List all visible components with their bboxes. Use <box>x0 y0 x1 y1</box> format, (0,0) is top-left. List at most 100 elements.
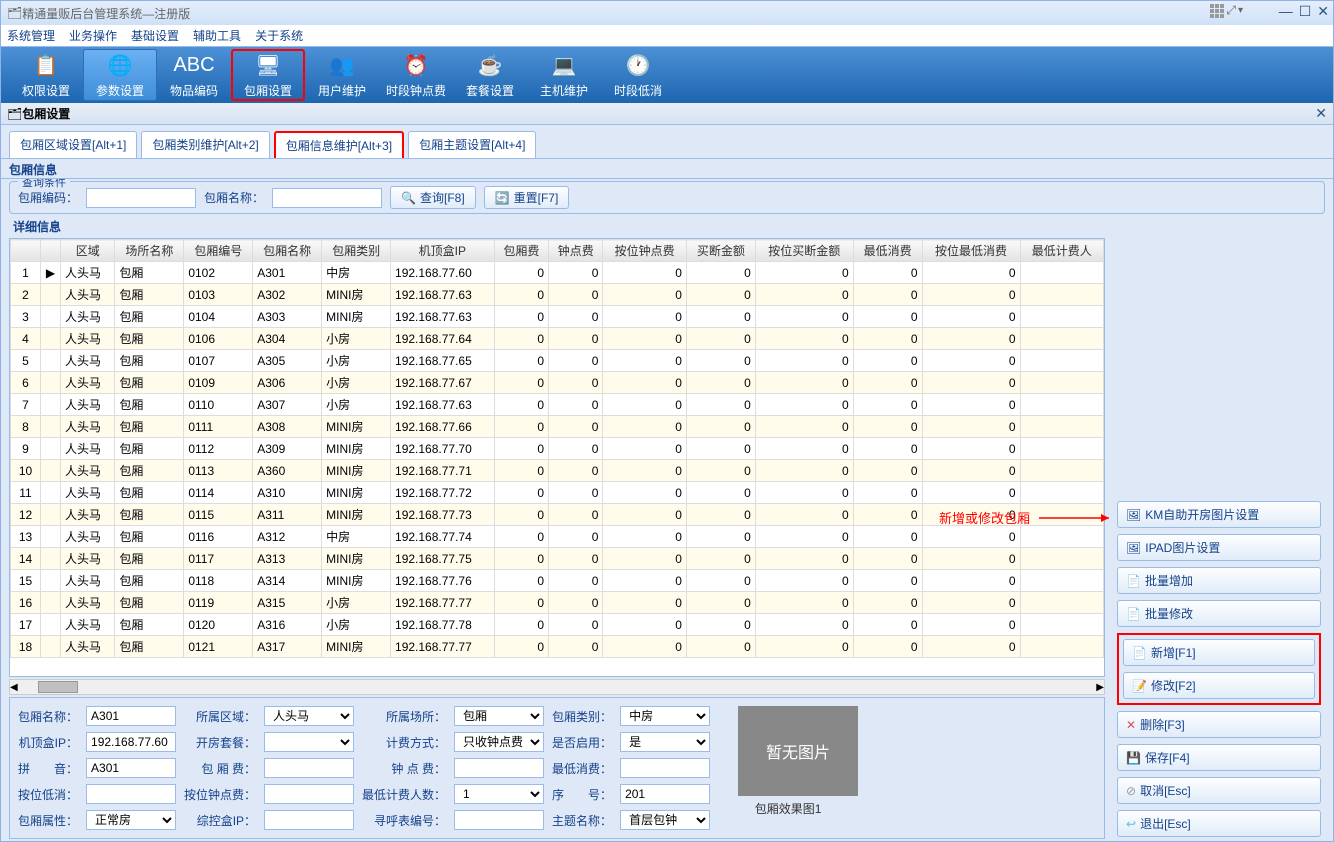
minimize-icon[interactable]: — <box>1279 3 1293 20</box>
table-row[interactable]: 16人头马包厢0119A315小房192.168.77.770000000 <box>11 592 1104 614</box>
name-input[interactable] <box>272 188 382 208</box>
table-row[interactable]: 9人头马包厢0112A309MINI房192.168.77.700000000 <box>11 438 1104 460</box>
table-row[interactable]: 15人头马包厢0118A314MINI房192.168.77.760000000 <box>11 570 1104 592</box>
col-header-9[interactable]: 按位钟点费 <box>603 240 686 262</box>
menu-item-1[interactable]: 业务操作 <box>69 27 117 44</box>
form-field-place[interactable]: 包厢 <box>454 706 544 726</box>
menu-item-0[interactable]: 系统管理 <box>7 27 55 44</box>
col-header-10[interactable]: 买断金额 <box>686 240 755 262</box>
form-field-pinyin[interactable] <box>86 758 176 778</box>
close-icon[interactable]: ✕ <box>1317 3 1329 20</box>
maximize-icon[interactable]: ☐ <box>1299 3 1312 20</box>
tab-3[interactable]: 包厢主题设置[Alt+4] <box>408 131 536 158</box>
table-row[interactable]: 13人头马包厢0116A312中房192.168.77.740000000 <box>11 526 1104 548</box>
toolbar-label: 主机维护 <box>540 82 588 99</box>
menu-item-2[interactable]: 基础设置 <box>131 27 179 44</box>
sub-close-icon[interactable]: ✕ <box>1315 105 1327 122</box>
form-field-roomFee[interactable] <box>264 758 354 778</box>
table-row[interactable]: 14人头马包厢0117A313MINI房192.168.77.750000000 <box>11 548 1104 570</box>
toolbar-item-3[interactable]: 🖥包厢设置 <box>231 49 305 101</box>
add-button[interactable]: 📄新增[F1] <box>1123 639 1315 666</box>
col-header-11[interactable]: 按位买断金额 <box>755 240 853 262</box>
table-row[interactable]: 8人头马包厢0111A308MINI房192.168.77.660000000 <box>11 416 1104 438</box>
tab-0[interactable]: 包厢区域设置[Alt+1] <box>9 131 137 158</box>
grid-widget[interactable]: ⤢ ▾ <box>1210 3 1243 18</box>
col-header-14[interactable]: 最低计费人 <box>1020 240 1103 262</box>
form-field-name[interactable] <box>86 706 176 726</box>
form-field-area[interactable]: 人头马 <box>264 706 354 726</box>
col-header-4[interactable]: 包厢名称 <box>253 240 322 262</box>
image-icon: 🖼 <box>1126 541 1141 555</box>
col-header-7[interactable]: 包厢费 <box>494 240 548 262</box>
table-row[interactable]: 5人头马包厢0107A305小房192.168.77.650000000 <box>11 350 1104 372</box>
expand-icon[interactable]: ⤢ <box>1226 3 1236 18</box>
table-row[interactable]: 4人头马包厢0106A304小房192.168.77.640000000 <box>11 328 1104 350</box>
edit-button[interactable]: 📝修改[F2] <box>1123 672 1315 699</box>
code-input[interactable] <box>86 188 196 208</box>
exit-button[interactable]: ↩退出[Esc] <box>1117 810 1321 837</box>
form-field-minCons[interactable] <box>620 758 710 778</box>
form-field-theme[interactable]: 首层包钟 <box>620 810 710 830</box>
toolbar-item-2[interactable]: ABC物品编码 <box>157 49 231 101</box>
col-header-8[interactable]: 钟点费 <box>549 240 603 262</box>
form-field-ip[interactable] <box>86 732 176 752</box>
menu-item-3[interactable]: 辅助工具 <box>193 27 241 44</box>
reset-button[interactable]: 🔄重置[F7] <box>484 186 570 209</box>
tab-1[interactable]: 包厢类别维护[Alt+2] <box>141 131 269 158</box>
detail-form: 包厢名称：所属区域：人头马所属场所：包厢包厢类别：中房机顶盒IP：开房套餐：计费… <box>9 697 1105 839</box>
ipad-image-button[interactable]: 🖼IPAD图片设置 <box>1117 534 1321 561</box>
search-button[interactable]: 🔍查询[F8] <box>390 186 476 209</box>
table-row[interactable]: 2人头马包厢0103A302MINI房192.168.77.630000000 <box>11 284 1104 306</box>
form-field-seq[interactable] <box>620 784 710 804</box>
table-row[interactable]: 18人头马包厢0121A317MINI房192.168.77.770000000 <box>11 636 1104 658</box>
col-header-2[interactable]: 场所名称 <box>115 240 184 262</box>
data-table-wrap[interactable]: 区域场所名称包厢编号包厢名称包厢类别机顶盒IP包厢费钟点费按位钟点费买断金额按位… <box>9 238 1105 677</box>
form-field-seatHour[interactable] <box>264 784 354 804</box>
col-header-12[interactable]: 最低消费 <box>853 240 922 262</box>
batch-edit-button[interactable]: 📄批量修改 <box>1117 600 1321 627</box>
form-field-meterCode[interactable] <box>454 810 544 830</box>
table-row[interactable]: 6人头马包厢0109A306小房192.168.77.670000000 <box>11 372 1104 394</box>
save-button[interactable]: 💾保存[F4] <box>1117 744 1321 771</box>
table-row[interactable]: 7人头马包厢0110A307小房192.168.77.630000000 <box>11 394 1104 416</box>
col-header-5[interactable]: 包厢类别 <box>322 240 391 262</box>
table-row[interactable]: 1▶人头马包厢0102A301中房192.168.77.600000000 <box>11 262 1104 284</box>
toolbar-item-4[interactable]: 👥用户维护 <box>305 49 379 101</box>
km-image-button[interactable]: 🖼KM自助开房图片设置 <box>1117 501 1321 528</box>
table-row[interactable]: 11人头马包厢0114A310MINI房192.168.77.720000000 <box>11 482 1104 504</box>
table-row[interactable]: 10人头马包厢0113A360MINI房192.168.77.710000000 <box>11 460 1104 482</box>
form-field-type[interactable]: 中房 <box>620 706 710 726</box>
form-field-minSeat[interactable] <box>86 784 176 804</box>
form-field-minPeople[interactable]: 1 <box>454 784 544 804</box>
col-header-13[interactable]: 按位最低消费 <box>922 240 1020 262</box>
toolbar-item-6[interactable]: ☕套餐设置 <box>453 49 527 101</box>
col-header-1[interactable]: 区域 <box>61 240 115 262</box>
cell: 0 <box>922 482 1020 504</box>
tab-2[interactable]: 包厢信息维护[Alt+3] <box>274 131 404 158</box>
toolbar-item-1[interactable]: 🌐参数设置 <box>83 49 157 101</box>
col-header-0[interactable] <box>41 240 61 262</box>
horizontal-scrollbar[interactable]: ◀ ▶ <box>9 679 1105 695</box>
toolbar-item-8[interactable]: 🕐时段低消 <box>601 49 675 101</box>
image-placeholder: 暂无图片 <box>738 706 858 796</box>
toolbar-item-0[interactable]: 📋权限设置 <box>9 49 83 101</box>
toolbar-item-5[interactable]: ⏰时段钟点费 <box>379 49 453 101</box>
menu-bar: 系统管理业务操作基础设置辅助工具关于系统 <box>1 25 1333 47</box>
table-row[interactable]: 3人头马包厢0104A303MINI房192.168.77.630000000 <box>11 306 1104 328</box>
form-field-ctrlIP[interactable] <box>264 810 354 830</box>
form-field-calcType[interactable]: 只收钟点费 <box>454 732 544 752</box>
cell <box>1020 262 1103 284</box>
col-header-3[interactable]: 包厢编号 <box>184 240 253 262</box>
cell: A307 <box>253 394 322 416</box>
delete-button[interactable]: ✕删除[F3] <box>1117 711 1321 738</box>
form-field-hourFee[interactable] <box>454 758 544 778</box>
form-field-openPkg[interactable] <box>264 732 354 752</box>
menu-item-4[interactable]: 关于系统 <box>255 27 303 44</box>
col-header-6[interactable]: 机顶盒IP <box>391 240 495 262</box>
table-row[interactable]: 17人头马包厢0120A316小房192.168.77.780000000 <box>11 614 1104 636</box>
batch-add-button[interactable]: 📄批量增加 <box>1117 567 1321 594</box>
toolbar-item-7[interactable]: 💻主机维护 <box>527 49 601 101</box>
form-field-roomProp[interactable]: 正常房 <box>86 810 176 830</box>
form-field-enabled[interactable]: 是 <box>620 732 710 752</box>
cancel-button[interactable]: ⊘取消[Esc] <box>1117 777 1321 804</box>
